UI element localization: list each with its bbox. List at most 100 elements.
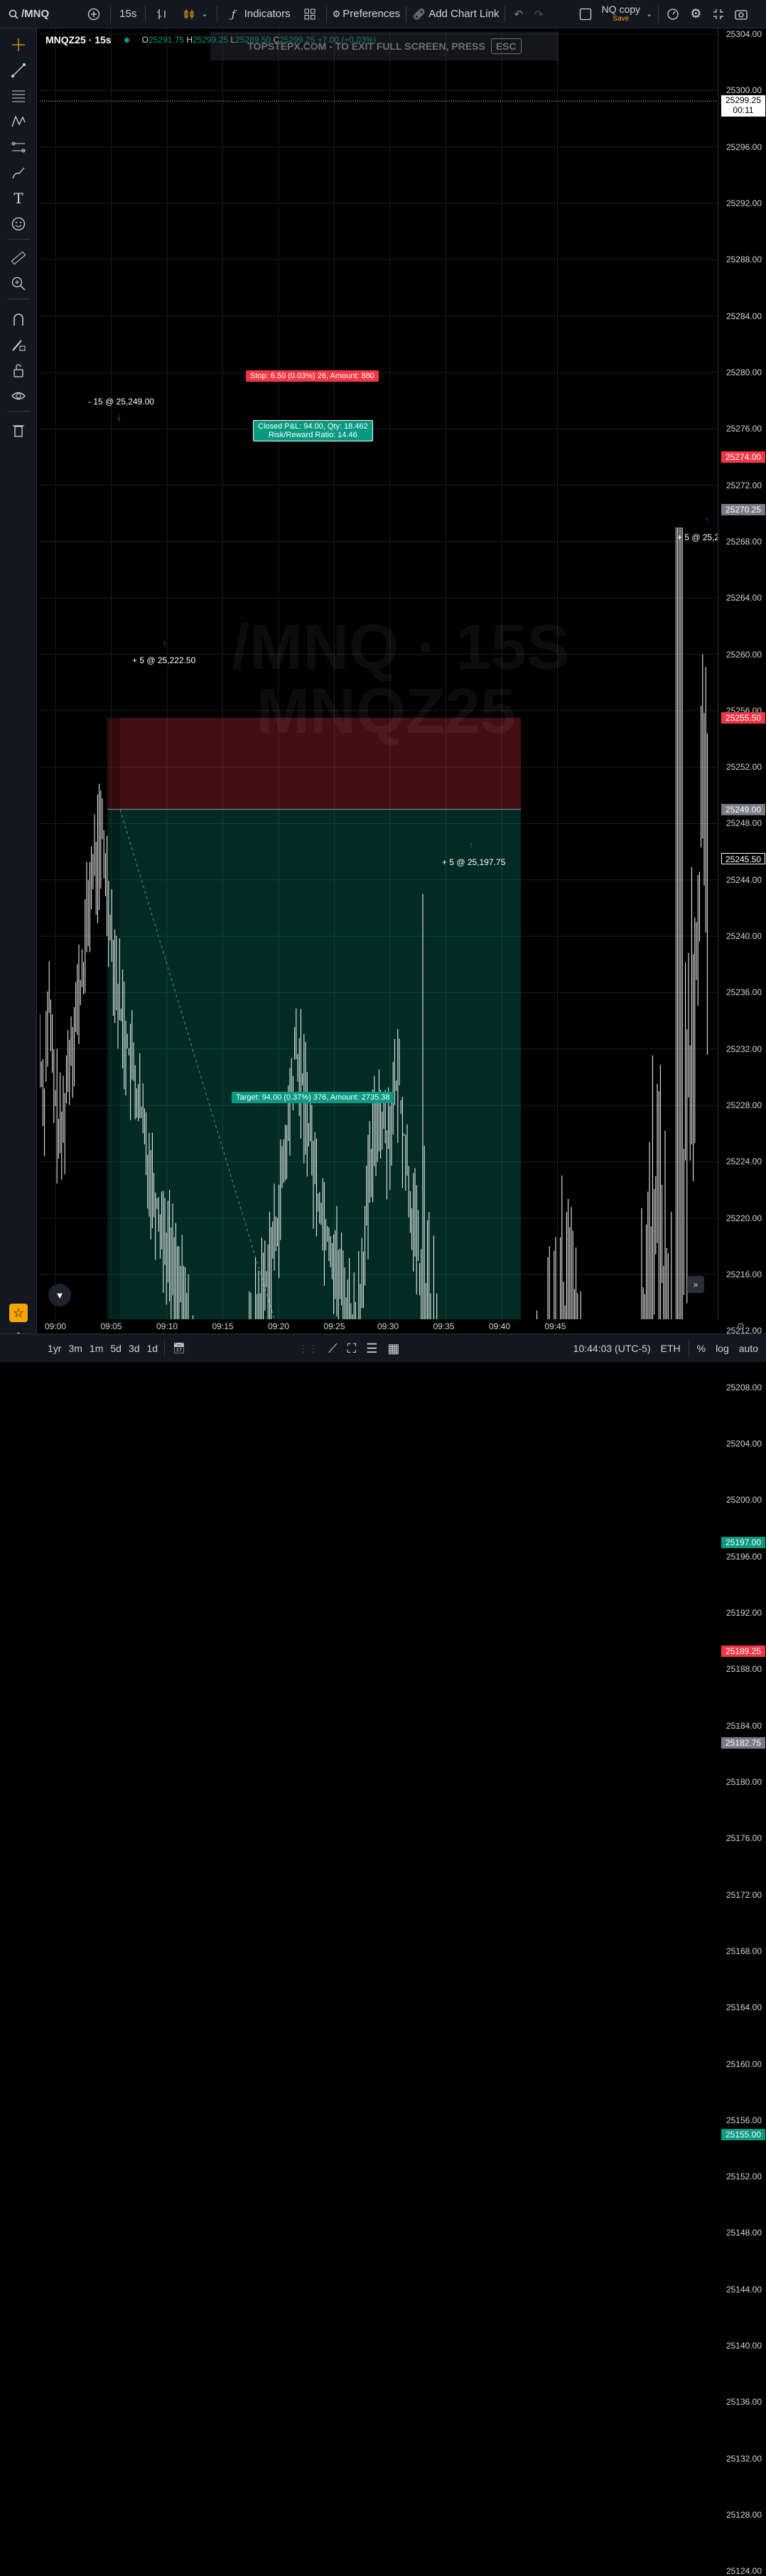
grid-icon (302, 6, 318, 22)
price-tag: 25270.25 (721, 504, 765, 516)
axis-settings-button[interactable]: ⚙ (736, 1321, 745, 1333)
pattern-tool[interactable] (9, 112, 28, 131)
price-tag: 25182.75 (721, 1737, 765, 1749)
arrow-up-icon: ↑ (705, 515, 709, 525)
alert-button[interactable] (662, 0, 684, 28)
hide-drawings-tool[interactable] (9, 387, 28, 405)
interval-button[interactable]: 15s (114, 0, 142, 28)
brush-tool[interactable] (9, 163, 28, 182)
range-button-3d[interactable]: 3d (125, 1343, 144, 1354)
symbol-label: /MNQ (21, 8, 50, 20)
gann-grid-icon[interactable]: ▦ (387, 1341, 399, 1356)
square-icon (578, 6, 593, 22)
trade-marker-sell: - 15 @ 25,249.00 (88, 397, 154, 407)
remove-drawings-tool[interactable] (9, 421, 28, 439)
divider (164, 1339, 166, 1357)
favorites-button[interactable]: ☆ (9, 1304, 28, 1322)
layout-menu-button[interactable]: ⌄ (643, 0, 655, 28)
fullscreen-banner-text: TOPSTEPX.COM - TO EXIT FULL SCREEN, PRES… (247, 41, 485, 52)
templates-button[interactable] (296, 0, 323, 28)
price-tick-label: 25180.00 (725, 1776, 762, 1787)
time-scale[interactable]: 09:00 09:05 09:10 09:15 09:20 09:25 09:30 09:35… (40, 1319, 718, 1333)
settings-button[interactable]: ⚙ (684, 0, 707, 28)
price-tag: 25197.00 (721, 1536, 765, 1548)
price-tick-label: 25156.00 (725, 2115, 762, 2125)
double-chevron-right-icon: » (693, 1279, 698, 1289)
price-tick-label: 25176.00 (725, 1833, 762, 1844)
indicators-button[interactable]: ƒ Indicators (220, 0, 296, 28)
brush-icon (12, 167, 25, 179)
screenshot-button[interactable] (730, 0, 752, 28)
price-tick-label: 25304.00 (725, 29, 762, 39)
stay-drawing-tool[interactable] (9, 336, 28, 354)
prediction-tool[interactable] (9, 138, 28, 156)
percent-scale-button[interactable]: % (692, 1343, 711, 1354)
price-scale[interactable]: 25304.00 25300.00 25296.00 25292.00 25288.00… (718, 28, 766, 2576)
magnet-tool[interactable] (9, 310, 28, 328)
price-tick-label: 25136.00 (725, 2397, 762, 2408)
stop-label[interactable]: Stop: 6.50 (0.03%) 26, Amount: 880 (246, 370, 379, 382)
add-chart-link-button[interactable]: 🔗︎ Add Chart Link (409, 0, 502, 28)
compare-button[interactable] (80, 0, 107, 28)
smiley-icon (11, 217, 26, 231)
trendline-tool[interactable] (9, 61, 28, 80)
ruler-tool[interactable] (9, 249, 28, 267)
trash-icon (13, 425, 24, 437)
layout-button[interactable] (572, 0, 599, 28)
watermark-contract: MNQZ25 (257, 676, 517, 747)
price-tick-label: 25280.00 (725, 367, 762, 377)
goto-date-button[interactable]: 📅︎ (168, 1342, 190, 1354)
tradingview-logo[interactable]: ▼ (48, 1284, 71, 1306)
drag-handle-icon[interactable]: ⋮⋮ (298, 1343, 318, 1355)
chart-pane[interactable]: /MNQ · 15S MNQZ25 MNQZ25 · 15s O25291.75… (40, 28, 718, 1319)
range-button-1yr[interactable]: 1yr (44, 1343, 65, 1354)
lock-drawings-tool[interactable] (9, 361, 28, 380)
line-tool-icon[interactable]: ⟋ (328, 1341, 338, 1356)
divider (7, 239, 30, 240)
log-scale-button[interactable]: log (711, 1343, 734, 1354)
indicators-label: Indicators (244, 8, 291, 20)
status-dot-icon (124, 37, 129, 43)
arrow-up-icon: ↑ (469, 840, 473, 850)
divider (145, 5, 146, 23)
range-button-1d[interactable]: 1d (144, 1343, 162, 1354)
pnl-box[interactable]: Closed P&L: 94.00, Qty: 18.462 Risk/Rewa… (253, 420, 373, 441)
redo-button[interactable]: ↷ (529, 0, 549, 28)
time-tick-label: 09:25 (323, 1321, 345, 1331)
text-tool[interactable]: T (9, 189, 28, 208)
layout-name-button[interactable]: NQ copy Save (599, 0, 643, 28)
preferences-button[interactable]: ⚙ Preferences (330, 0, 404, 28)
price-tick-label: 25276.00 (725, 424, 762, 434)
crosshair-tool[interactable] (9, 36, 28, 54)
symbol-search[interactable]: /MNQ (0, 0, 55, 28)
fullscreen-button[interactable] (707, 0, 730, 28)
zoom-tool[interactable] (9, 274, 28, 293)
session-button[interactable]: ETH (656, 1343, 686, 1354)
price-tick-label: 25288.00 (725, 254, 762, 265)
time-tick-label: 09:00 (44, 1321, 67, 1331)
range-button-5d[interactable]: 5d (107, 1343, 125, 1354)
price-tick-label: 25148.00 (725, 2228, 762, 2238)
undo-button[interactable]: ↶ (508, 0, 529, 28)
scroll-to-realtime-button[interactable]: » (687, 1276, 704, 1293)
fullscreen-banner: TOPSTEPX.COM - TO EXIT FULL SCREEN, PRES… (210, 32, 559, 60)
fib-tool-icon[interactable]: ☰ (366, 1341, 377, 1356)
auto-scale-button[interactable]: auto (734, 1343, 763, 1354)
target-label[interactable]: Target: 94.00 (0.37%) 376, Amount: 2735.… (232, 1092, 394, 1103)
price-tick-label: 25152.00 (725, 2172, 762, 2182)
price-tick-label: 25264.00 (725, 593, 762, 603)
price-tick-label: 25200.00 (725, 1495, 762, 1506)
price-tick-label: 25228.00 (725, 1100, 762, 1111)
candle-type-button[interactable]: ⌄ (176, 0, 213, 28)
fib-tool[interactable] (9, 87, 28, 105)
range-button-3m[interactable]: 3m (65, 1343, 85, 1354)
range-button-1m[interactable]: 1m (86, 1343, 107, 1354)
rectangle-tool-icon[interactable]: ⛶ (347, 1341, 357, 1356)
emoji-tool[interactable] (9, 215, 28, 233)
bars-icon (154, 6, 170, 22)
search-icon (6, 6, 21, 22)
pattern-icon (11, 115, 26, 127)
esc-key: ESC (490, 38, 522, 54)
price-tag: 25155.00 (721, 2128, 765, 2140)
bar-type-button[interactable] (149, 0, 176, 28)
